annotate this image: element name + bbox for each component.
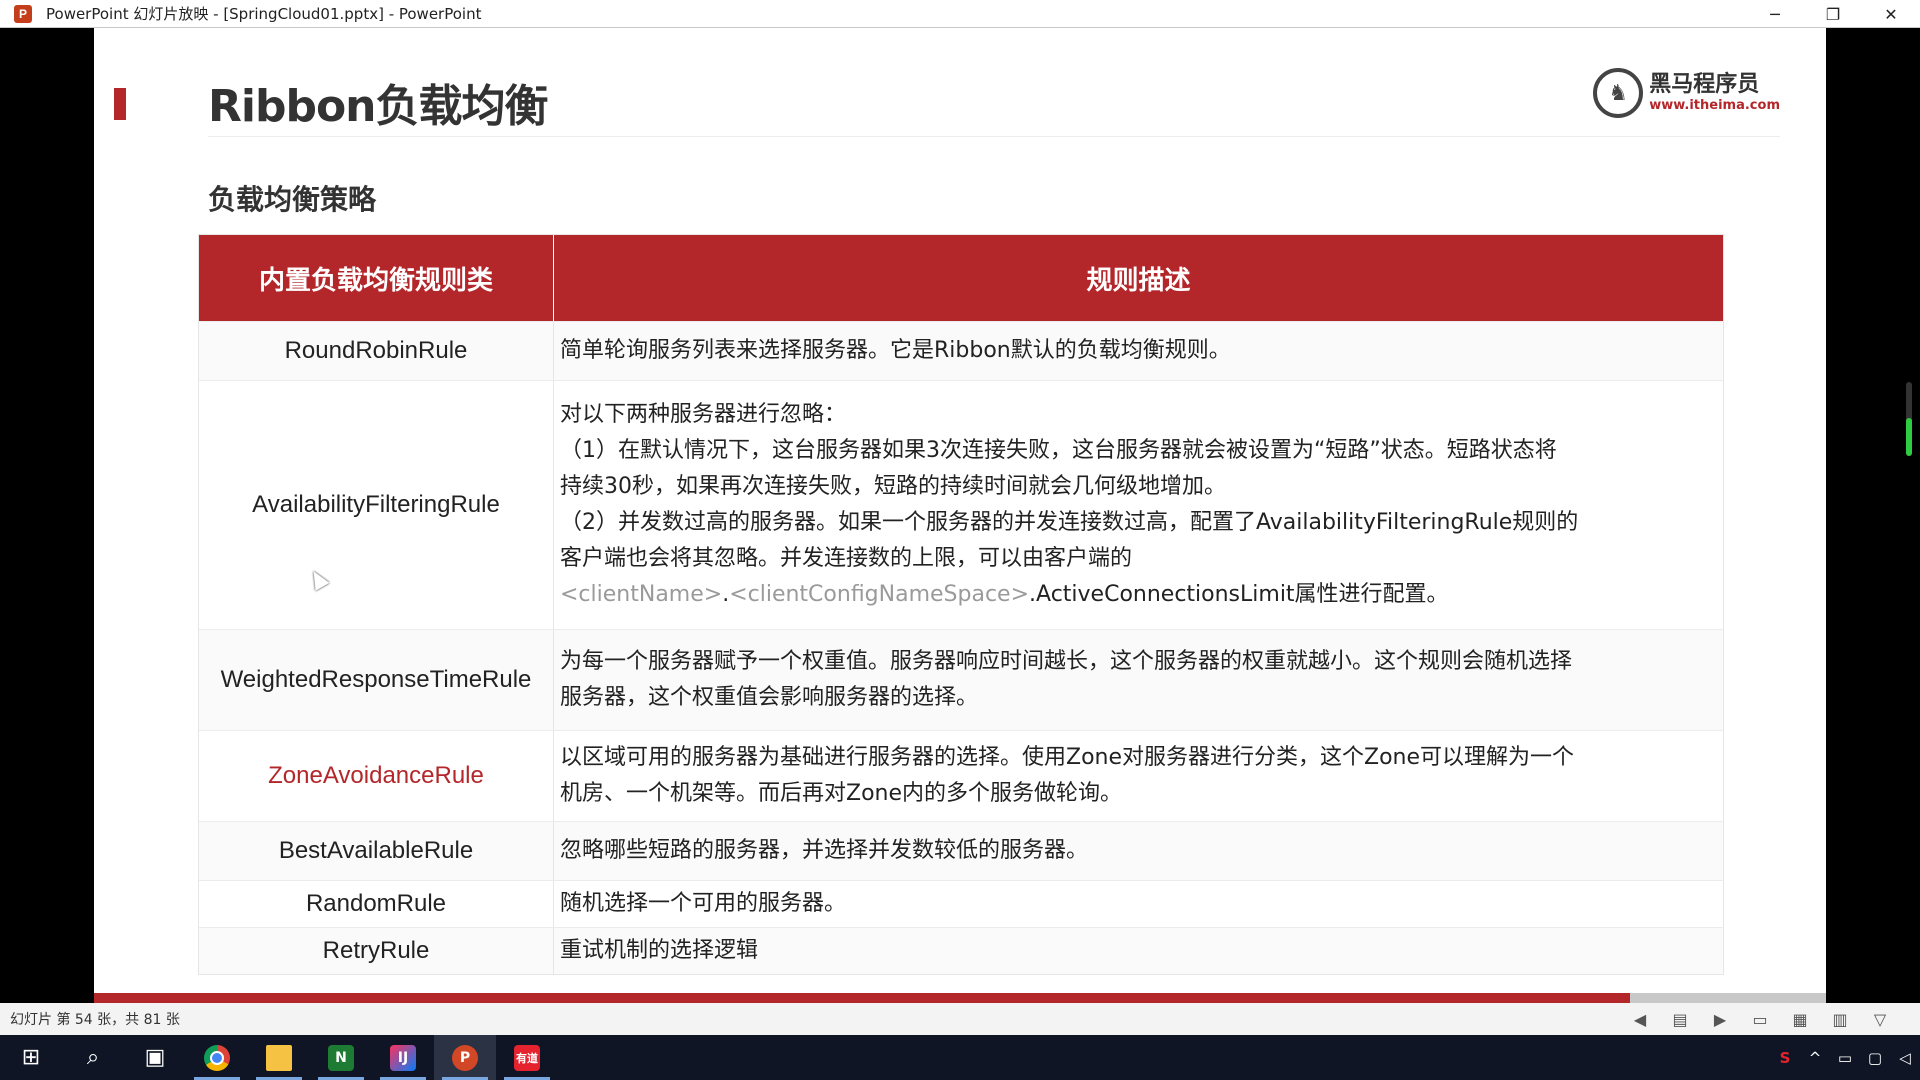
table-row: RandomRule 随机选择一个可用的服务器。 [199, 880, 1723, 927]
rule-name: AvailabilityFilteringRule [199, 381, 554, 629]
slide-progress-fill [94, 993, 1630, 1003]
table-row: RetryRule 重试机制的选择逻辑 [199, 927, 1723, 974]
window-controls: ─ ❐ ✕ [1746, 0, 1920, 28]
table-row: BestAvailableRule 忽略哪些短路的服务器，并选择并发数较低的服务… [199, 821, 1723, 880]
description-line: 为每一个服务器赋予一个权重值。服务器响应时间越长，这个服务器的权重就越小。这个规… [560, 649, 1573, 674]
description-line: 忽略哪些短路的服务器，并选择并发数较低的服务器。 [560, 838, 1089, 863]
description-line: （1）在默认情况下，这台服务器如果3次连接失败，这台服务器就会被设置为“短路”状… [560, 438, 1557, 463]
rule-description: 忽略哪些短路的服务器，并选择并发数较低的服务器。 [554, 822, 1723, 880]
table-header: 内置负载均衡规则类 规则描述 [199, 235, 1723, 321]
rule-description: 随机选择一个可用的服务器。 [554, 881, 1723, 927]
rule-name: RoundRobinRule [199, 322, 554, 380]
status-bar-controls: ◀ ▤ ▶ ▭ ▦ ▥ ▽ [1620, 1003, 1900, 1035]
previous-slide-icon[interactable]: ◀ [1620, 1010, 1660, 1029]
file-explorer-icon[interactable] [248, 1035, 310, 1080]
rule-name: BestAvailableRule [199, 822, 554, 880]
window-titlebar: P PowerPoint 幻灯片放映 - [SpringCloud01.pptx… [0, 0, 1920, 28]
table-row: WeightedResponseTimeRule 为每一个服务器赋予一个权重值。… [199, 629, 1723, 730]
client-name-placeholder: <clientName> [560, 582, 723, 607]
slide-title: Ribbon负载均衡 [208, 81, 549, 132]
description-line: <clientName>.<clientConfigNameSpace>.Act… [560, 577, 1578, 613]
restore-button[interactable]: ❐ [1804, 0, 1862, 28]
header-rule-description: 规则描述 [1086, 265, 1191, 296]
volume-indicator-fill [1906, 418, 1912, 456]
onenote-icon[interactable]: N [310, 1035, 372, 1080]
description-line: 重试机制的选择逻辑 [560, 938, 759, 963]
youdao-label: 有道 [514, 1044, 540, 1071]
battery-icon[interactable]: ▭ [1830, 1049, 1860, 1067]
windows-start-icon[interactable]: ⊞ [0, 1035, 62, 1080]
client-config-namespace-placeholder: <clientConfigNameSpace> [729, 582, 1030, 607]
rule-description: 以区域可用的服务器为基础进行服务器的选择。使用Zone对服务器进行分类，这个Zo… [554, 731, 1723, 821]
normal-view-icon[interactable]: ▭ [1740, 1010, 1780, 1029]
rule-description: 重试机制的选择逻辑 [554, 928, 1723, 974]
table-row: AvailabilityFilteringRule 对以下两种服务器进行忽略： … [199, 380, 1723, 629]
slide-progress-bar [94, 993, 1826, 1003]
minimize-button[interactable]: ─ [1746, 0, 1804, 28]
slideshow-view-icon[interactable]: ▽ [1860, 1010, 1900, 1029]
rule-description: 简单轮询服务列表来选择服务器。它是Ribbon默认的负载均衡规则。 [554, 322, 1723, 380]
reading-view-icon[interactable]: ▥ [1820, 1010, 1860, 1029]
section-title: 负载均衡策略 [208, 183, 377, 216]
slide-canvas[interactable]: Ribbon负载均衡 ♞ 黑马程序员 www.itheima.com 负载均衡策… [94, 28, 1826, 1003]
show-hidden-icons-icon[interactable]: ^ [1800, 1049, 1830, 1067]
header-rule-class: 内置负载均衡规则类 [199, 235, 554, 321]
volume-indicator [1906, 382, 1912, 456]
volume-icon[interactable]: ◁ [1890, 1049, 1920, 1067]
sogou-input-icon[interactable]: S [1770, 1049, 1800, 1067]
description-line: 随机选择一个可用的服务器。 [560, 891, 847, 916]
windows-taskbar: ⊞ ⌕ ▣ N IJ P 有道 S ^ ▭ ▢ ◁ [0, 1035, 1920, 1080]
search-icon[interactable]: ⌕ [62, 1035, 124, 1080]
logo-name: 黑马程序员 [1649, 72, 1760, 97]
title-divider [208, 136, 1780, 137]
table-row: RoundRobinRule 简单轮询服务列表来选择服务器。它是Ribbon默认… [199, 321, 1723, 380]
status-bar: 幻灯片 第 54 张，共 81 张 ◀ ▤ ▶ ▭ ▦ ▥ ▽ [0, 1003, 1920, 1035]
config-property-text: .ActiveConnectionsLimit属性进行配置。 [1029, 582, 1449, 607]
slide-counter: 幻灯片 第 54 张，共 81 张 [10, 1012, 180, 1028]
rule-name: ZoneAvoidanceRule [199, 731, 554, 821]
description-line: 服务器，这个权重值会影响服务器的选择。 [560, 685, 979, 710]
rule-description: 对以下两种服务器进行忽略： （1）在默认情况下，这台服务器如果3次连接失败，这台… [554, 381, 1723, 629]
rule-name: WeightedResponseTimeRule [199, 630, 554, 730]
description-line: 客户端也会将其忽略。并发连接数的上限，可以由客户端的 [560, 546, 1133, 571]
description-line: 机房、一个机架等。而后再对Zone内的多个服务做轮询。 [560, 781, 1123, 806]
rule-description: 为每一个服务器赋予一个权重值。服务器响应时间越长，这个服务器的权重就越小。这个规… [554, 630, 1723, 730]
rule-name: RandomRule [199, 881, 554, 927]
slide-sorter-icon[interactable]: ▦ [1780, 1010, 1820, 1029]
horse-logo-icon: ♞ [1593, 68, 1644, 118]
table-row: ZoneAvoidanceRule 以区域可用的服务器为基础进行服务器的选择。使… [199, 730, 1723, 821]
description-line: 简单轮询服务列表来选择服务器。它是Ribbon默认的负载均衡规则。 [560, 338, 1231, 363]
description-line: 以区域可用的服务器为基础进行服务器的选择。使用Zone对服务器进行分类，这个Zo… [560, 745, 1575, 770]
window-title: PowerPoint 幻灯片放映 - [SpringCloud01.pptx] … [46, 5, 482, 23]
title-accent-bar [114, 88, 126, 120]
youdao-icon[interactable]: 有道 [496, 1035, 558, 1080]
chrome-icon[interactable] [186, 1035, 248, 1080]
task-view-icon[interactable]: ▣ [124, 1035, 186, 1080]
description-line: 对以下两种服务器进行忽略： [560, 402, 847, 427]
rules-table: 内置负载均衡规则类 规则描述 RoundRobinRule 简单轮询服务列表来选… [198, 234, 1724, 975]
logo-text: 黑马程序员 www.itheima.com [1649, 72, 1780, 113]
slide-menu-icon[interactable]: ▤ [1660, 1010, 1700, 1029]
system-tray: S ^ ▭ ▢ ◁ [1770, 1035, 1920, 1080]
close-button[interactable]: ✕ [1862, 0, 1920, 28]
description-line: 持续30秒，如果再次连接失败，短路的持续时间就会几何级地增加。 [560, 474, 1226, 499]
logo-url: www.itheima.com [1649, 98, 1780, 113]
next-slide-icon[interactable]: ▶ [1700, 1010, 1740, 1029]
network-icon[interactable]: ▢ [1860, 1049, 1890, 1067]
brand-logo: ♞ 黑马程序员 www.itheima.com [1593, 68, 1780, 118]
rule-name: RetryRule [199, 928, 554, 974]
description-line: （2）并发数过高的服务器。如果一个服务器的并发连接数过高，配置了Availabi… [560, 510, 1579, 535]
powerpoint-app-icon: P [14, 4, 32, 23]
powerpoint-icon[interactable]: P [434, 1035, 496, 1080]
intellij-idea-icon[interactable]: IJ [372, 1035, 434, 1080]
